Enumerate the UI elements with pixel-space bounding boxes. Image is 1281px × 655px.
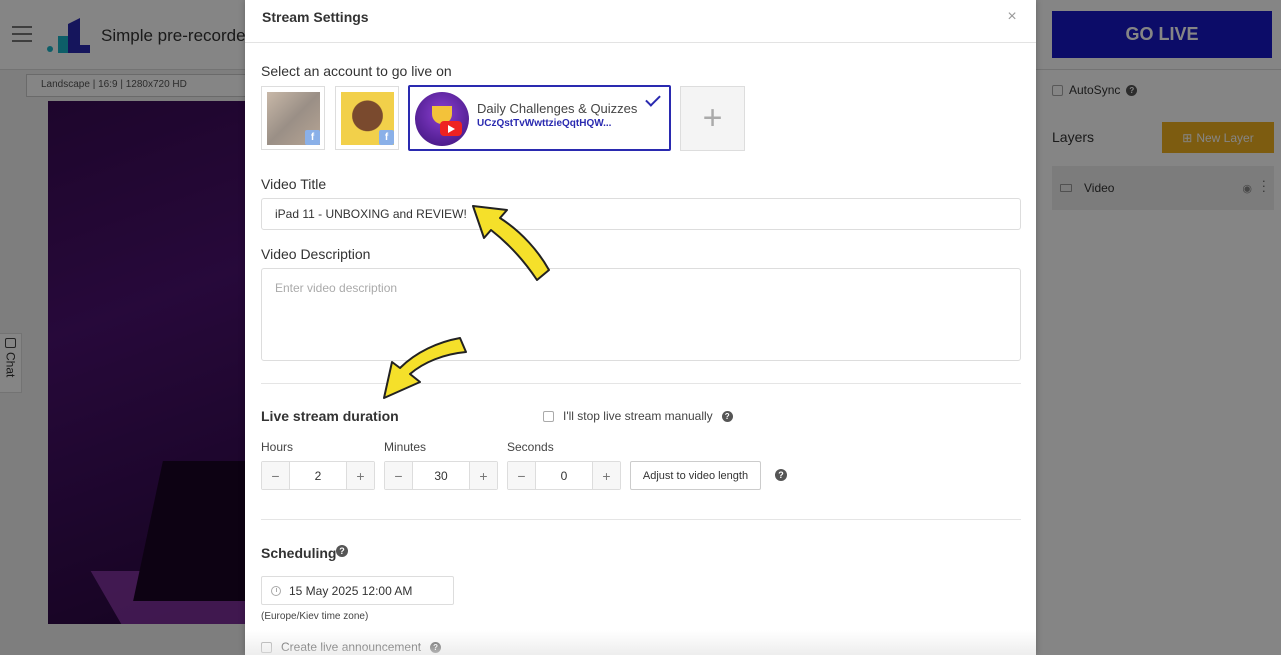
- manual-stop-option[interactable]: I'll stop live stream manually ?: [543, 409, 733, 423]
- section-divider: [261, 519, 1021, 520]
- add-account-button[interactable]: +: [680, 86, 745, 151]
- manual-stop-label: I'll stop live stream manually: [563, 409, 713, 423]
- adjust-help-icon[interactable]: ?: [775, 469, 787, 481]
- seconds-stepper: − 0 +: [507, 461, 621, 490]
- live-announcement-option[interactable]: Create live announcement ?: [261, 640, 442, 654]
- seconds-decrement-button[interactable]: −: [508, 462, 536, 489]
- modal-header: Stream Settings ×: [245, 0, 1036, 43]
- account-selected-avatar: [415, 92, 469, 146]
- scheduling-help-icon[interactable]: ?: [336, 545, 348, 557]
- facebook-icon: f: [379, 130, 394, 145]
- close-button[interactable]: ×: [1003, 8, 1021, 26]
- manual-stop-checkbox[interactable]: [543, 410, 554, 422]
- account-channel-id: UCzQstTvWwttzieQqtHQW...: [477, 118, 612, 129]
- seconds-value[interactable]: 0: [536, 462, 592, 489]
- section-divider: [261, 383, 1021, 384]
- minutes-value[interactable]: 30: [413, 462, 469, 489]
- timezone-note: (Europe/Kiev time zone): [261, 611, 369, 622]
- minutes-label: Minutes: [384, 440, 427, 454]
- hours-value[interactable]: 2: [290, 462, 346, 489]
- schedule-datetime-field[interactable]: 15 May 2025 12:00 AM: [261, 576, 454, 605]
- hours-stepper: − 2 +: [261, 461, 375, 490]
- minutes-increment-button[interactable]: +: [469, 462, 497, 489]
- duration-heading: Live stream duration: [261, 408, 399, 424]
- video-title-label: Video Title: [261, 176, 327, 192]
- checkmark-icon: [645, 91, 661, 107]
- minutes-decrement-button[interactable]: −: [385, 462, 413, 489]
- account-option-selected[interactable]: Daily Challenges & Quizzes UCzQstTvWwttz…: [408, 85, 671, 151]
- video-title-input[interactable]: [261, 198, 1021, 230]
- youtube-icon: [440, 121, 462, 136]
- account-option-2[interactable]: f: [335, 86, 399, 150]
- video-description-label: Video Description: [261, 246, 371, 262]
- clock-icon: [271, 585, 281, 596]
- seconds-increment-button[interactable]: +: [592, 462, 620, 489]
- live-announcement-help-icon[interactable]: ?: [430, 641, 442, 653]
- live-announcement-checkbox[interactable]: [261, 641, 272, 653]
- live-announcement-label: Create live announcement: [281, 640, 422, 654]
- modal-title: Stream Settings: [262, 9, 369, 25]
- hours-increment-button[interactable]: +: [346, 462, 374, 489]
- seconds-label: Seconds: [507, 440, 554, 454]
- manual-stop-help-icon[interactable]: ?: [721, 410, 733, 422]
- hours-label: Hours: [261, 440, 294, 454]
- hours-decrement-button[interactable]: −: [262, 462, 290, 489]
- account-name: Daily Challenges & Quizzes: [477, 101, 638, 116]
- account-option-1[interactable]: f: [261, 86, 325, 150]
- adjust-to-video-length-button[interactable]: Adjust to video length: [630, 461, 761, 490]
- account-section-label: Select an account to go live on: [261, 63, 452, 79]
- video-description-input[interactable]: [261, 268, 1021, 361]
- stream-settings-modal: Stream Settings × Select an account to g…: [245, 0, 1036, 655]
- scheduling-heading: Scheduling: [261, 545, 337, 561]
- schedule-datetime-value: 15 May 2025 12:00 AM: [289, 583, 413, 598]
- minutes-stepper: − 30 +: [384, 461, 498, 490]
- facebook-icon: f: [305, 130, 320, 145]
